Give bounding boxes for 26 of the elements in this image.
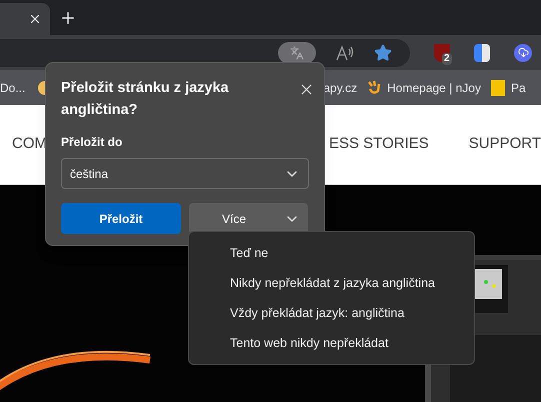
popup-title: Přeložit stránku z jazyka angličtina? [61, 79, 230, 120]
close-icon[interactable] [28, 12, 42, 26]
menu-item[interactable]: Tento web nikdy nepřekládat [189, 328, 474, 358]
translate-icon[interactable] [278, 42, 316, 64]
translate-button[interactable]: Přeložit [61, 203, 181, 234]
target-language-label: Přeložit do [61, 134, 124, 151]
read-aloud-icon[interactable] [336, 44, 354, 60]
bookmark-item[interactable]: Do... [0, 78, 26, 96]
extension-badge: 2 [442, 52, 452, 64]
menu-item[interactable]: Vždy překládat jazyk: angličtina [189, 298, 474, 328]
site-nav-link[interactable]: SUPPORT [468, 133, 541, 156]
favorite-star-icon[interactable] [374, 44, 392, 62]
language-select[interactable]: čeština [61, 158, 309, 189]
bookmark-logo-icon [490, 80, 505, 96]
new-tab-icon[interactable] [59, 9, 77, 27]
bookmark-item[interactable]: Homepage | nJoy [367, 78, 481, 96]
bookmark-item[interactable]: Pa [490, 78, 526, 96]
translate-extension-icon[interactable] [474, 44, 490, 62]
more-button[interactable]: Více [189, 203, 308, 234]
cloud-extension-icon[interactable] [514, 44, 532, 62]
site-nav-link[interactable]: ESS STORIES [329, 133, 429, 156]
address-bar[interactable] [0, 38, 410, 66]
menu-item[interactable]: Teď ne [189, 238, 474, 268]
menu-item[interactable]: Nikdy nepřekládat z jazyka angličtina [189, 268, 474, 298]
bookmark-item[interactable]: apy.cz [323, 78, 358, 96]
hand-icon [367, 80, 382, 96]
